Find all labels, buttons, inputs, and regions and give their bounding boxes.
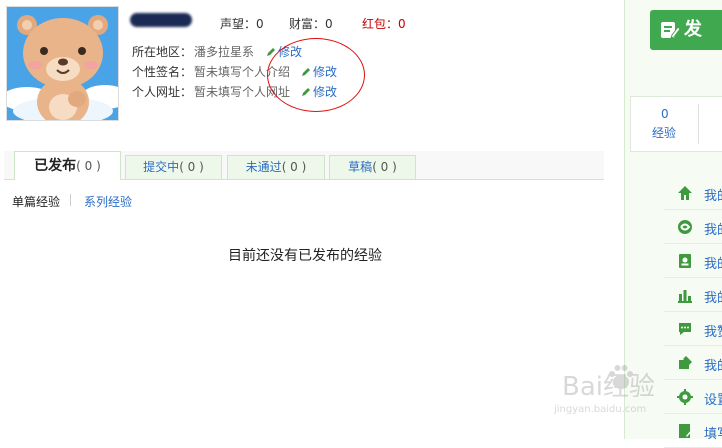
tab-submitting-count: ( 0 ) — [179, 160, 204, 174]
experience-count-label[interactable]: 经验 — [652, 124, 676, 141]
empty-state-message: 目前还没有已发布的经验 — [228, 248, 382, 264]
sidebar-item-5-label: 我赞 — [704, 325, 722, 340]
chat-bubble-icon — [679, 323, 691, 335]
tab-submitting-label: 提交中 — [143, 160, 180, 174]
sidebar-item-4[interactable]: 我的 — [664, 278, 722, 312]
tab-published-label: 已发布 — [34, 158, 77, 174]
tab-drafts[interactable]: 草稿( 0 ) — [329, 155, 416, 179]
tab-published-count: ( 0 ) — [76, 159, 101, 173]
signature-label: 个性签名： — [132, 65, 193, 79]
sidebar-item-settings[interactable]: 设置 — [664, 380, 722, 414]
subtab-series[interactable]: 系列经验 — [84, 193, 132, 210]
post-experience-button[interactable]: 发 — [650, 10, 722, 50]
sidebar-item-1[interactable]: 我的 — [664, 176, 722, 210]
wealth-stat: 财富：0 — [289, 17, 333, 31]
sidebar-item-3[interactable]: 我的 — [664, 244, 722, 278]
subtab-single[interactable]: 单篇经验 — [12, 193, 60, 210]
username-redacted — [130, 13, 192, 27]
edit-form-icon — [679, 424, 693, 438]
swirl-icon — [678, 220, 692, 234]
tab-drafts-label: 草稿 — [348, 160, 373, 174]
sidebar-item-3-label: 我的 — [704, 257, 722, 272]
contact-icon — [679, 254, 691, 268]
sidebar-item-5[interactable]: 我赞 — [664, 312, 722, 346]
user-avatar[interactable] — [6, 6, 119, 121]
subtab-divider — [70, 194, 71, 206]
redpacket-stat: 红包：0 — [362, 17, 406, 31]
sidebar-item-8-label: 填写 — [704, 427, 722, 442]
post-experience-label: 发 — [684, 19, 702, 40]
sidebar-item-6-label: 我的 — [704, 359, 722, 374]
experience-count[interactable]: 0 — [661, 107, 669, 121]
tab-published[interactable]: 已发布( 0 ) — [14, 151, 121, 180]
sidebar-item-settings-label: 设置 — [704, 393, 722, 408]
sidebar-item-8[interactable]: 填写 — [664, 414, 722, 448]
region-label: 所在地区： — [132, 45, 193, 59]
bar-chart-icon — [678, 290, 692, 303]
sidebar-item-2-label: 我的 — [704, 223, 722, 238]
sidebar-item-2[interactable]: 我的 — [664, 210, 722, 244]
sidebar-item-1-label: 我的 — [704, 189, 722, 204]
bear-avatar-image — [7, 7, 118, 120]
write-icon — [661, 22, 680, 39]
region-value: 潘多拉星系 — [194, 45, 255, 59]
tab-rejected-count: ( 0 ) — [281, 160, 307, 174]
sidebar-item-4-label: 我的 — [704, 291, 722, 306]
red-circle-annotation — [267, 38, 365, 112]
tab-submitting[interactable]: 提交中( 0 ) — [125, 155, 222, 179]
reward-icon — [679, 356, 692, 369]
sidebar-item-6[interactable]: 我的 — [664, 346, 722, 380]
tab-drafts-count: ( 0 ) — [372, 160, 397, 174]
stats-divider — [698, 104, 699, 144]
gear-icon — [677, 389, 693, 405]
prestige-stat: 声望：0 — [220, 17, 264, 31]
website-label: 个人网址： — [132, 85, 193, 99]
tab-rejected[interactable]: 未通过( 0 ) — [227, 155, 325, 179]
home-icon — [678, 186, 692, 200]
tab-rejected-label: 未通过 — [245, 160, 282, 174]
